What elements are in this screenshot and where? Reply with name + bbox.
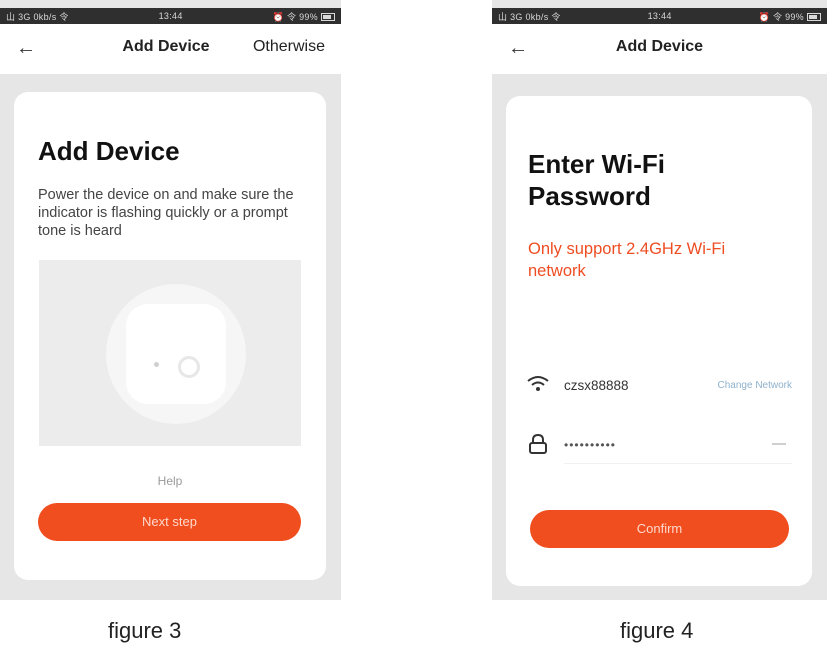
nav-bar: ← Add Device: [492, 24, 827, 74]
figure-caption: figure 4: [620, 618, 694, 643]
nav-title: Add Device: [615, 38, 704, 55]
otherwise-link[interactable]: Otherwise: [253, 38, 325, 56]
instruction-text: Power the device on and make sure the in…: [38, 187, 294, 239]
phone-screen-add-device: 山 3G 0kb/s 令 13:44 ⏰ 令 99% ← Add Device …: [0, 0, 341, 600]
change-network-link[interactable]: Change Network: [718, 380, 792, 391]
status-signal: 山 3G 0kb/s 令: [6, 11, 69, 22]
smart-plug-image: [126, 304, 226, 404]
wifi-ssid: czsx88888: [564, 378, 629, 393]
status-battery-text: ⏰ 令 99%: [759, 10, 821, 23]
phone-screen-wifi-password: 山 3G 0kb/s 令 13:44 ⏰ 令 99% ← Add Device …: [492, 0, 827, 600]
arrow-left-icon[interactable]: ←: [16, 36, 36, 60]
nav-bar: ← Add Device Otherwise: [0, 24, 341, 74]
device-illustration: [39, 260, 301, 446]
add-device-card: Add Device Power the device on and make …: [14, 92, 326, 580]
field-divider: [564, 463, 792, 464]
lock-icon: [529, 434, 547, 454]
confirm-button[interactable]: Confirm: [530, 510, 789, 548]
nav-title: Add Device: [122, 38, 210, 55]
wifi-support-warning: Only support 2.4GHz Wi-Fi network: [528, 240, 726, 280]
status-bar: 山 3G 0kb/s 令 13:44 ⏰ 令 99%: [0, 8, 341, 24]
wifi-network-row: czsx88888 Change Network: [526, 370, 792, 400]
next-step-button[interactable]: Next step: [38, 503, 301, 541]
eye-toggle-icon[interactable]: [772, 443, 786, 445]
status-battery-text: ⏰ 令 99%: [273, 10, 335, 23]
wifi-icon: [527, 376, 549, 391]
device-button-graphic: [178, 356, 200, 378]
page-title: Add Device: [38, 136, 180, 166]
status-signal: 山 3G 0kb/s 令: [498, 11, 561, 22]
device-halo: [106, 284, 246, 424]
status-time: 13:44: [158, 11, 183, 21]
wifi-password-card: Enter Wi-Fi Password Only support 2.4GHz…: [506, 96, 812, 586]
battery-icon: [320, 13, 335, 22]
password-row: [526, 430, 792, 464]
status-time: 13:44: [647, 11, 672, 21]
figure-caption: figure 3: [108, 618, 182, 643]
page-title: Enter Wi-Fi Password: [528, 149, 665, 211]
help-link[interactable]: Help: [14, 474, 326, 488]
status-bar: 山 3G 0kb/s 令 13:44 ⏰ 令 99%: [492, 8, 827, 24]
password-input[interactable]: [564, 434, 724, 456]
battery-icon: [806, 13, 821, 22]
indicator-light: [154, 362, 159, 367]
